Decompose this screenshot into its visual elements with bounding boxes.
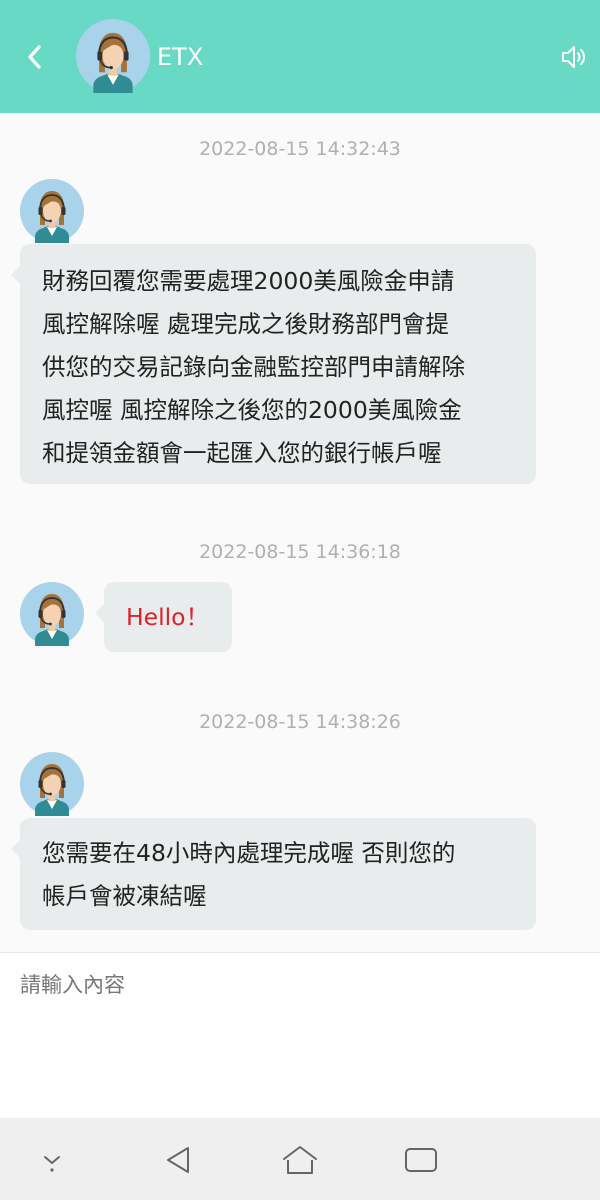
nav-back-button[interactable] (156, 1138, 200, 1182)
message-text: Hello！ (126, 603, 210, 631)
back-triangle-icon (167, 1147, 189, 1173)
input-placeholder: 請輸入內容 (20, 973, 125, 997)
message-text: 您需要在48小時內處理完成喔 否則您的 帳戶會被凍結喔 (42, 839, 456, 910)
message-timestamp: 2022-08-15 14:36:18 (199, 541, 401, 563)
recent-apps-icon (405, 1148, 437, 1172)
hide-keyboard-button[interactable] (30, 1138, 74, 1182)
hide-keyboard-icon (44, 1156, 60, 1172)
message-bubble: Hello！ (95, 582, 232, 652)
message-input[interactable]: 請輸入內容 (20, 967, 580, 1003)
message-bubble: 財務回覆您需要處理2000美風險金申請 風控解除喔 處理完成之後財務部門會提 供… (11, 244, 536, 484)
agent-avatar (20, 179, 84, 243)
chat-header: ETX (0, 0, 600, 113)
system-navbar (0, 1118, 600, 1200)
speaker-button[interactable] (556, 40, 592, 74)
message-bubble: 您需要在48小時內處理完成喔 否則您的 帳戶會被凍結喔 (11, 818, 536, 930)
message-timestamp: 2022-08-15 14:38:26 (199, 711, 401, 733)
speaker-icon (562, 46, 585, 68)
nav-home-button[interactable] (278, 1138, 322, 1182)
agent-avatar (20, 582, 84, 646)
agent-avatar (76, 19, 150, 93)
message-timestamp: 2022-08-15 14:32:43 (199, 138, 401, 160)
input-area: 請輸入內容 (0, 953, 600, 1118)
chevron-left-icon (28, 45, 41, 69)
chat-title: ETX (157, 43, 204, 71)
back-button[interactable] (18, 40, 52, 74)
agent-avatar (20, 752, 84, 816)
home-icon (283, 1146, 317, 1174)
nav-recent-apps-button[interactable] (399, 1138, 443, 1182)
message-text: 財務回覆您需要處理2000美風險金申請 風控解除喔 處理完成之後財務部門會提 供… (42, 267, 465, 467)
